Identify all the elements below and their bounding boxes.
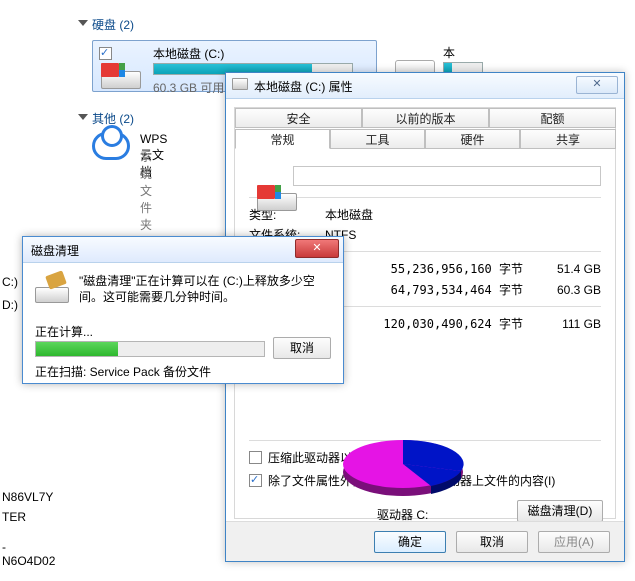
cancel-button[interactable]: 取消 xyxy=(273,337,331,359)
cleanup-icon xyxy=(35,277,69,303)
group-label: 硬盘 (2) xyxy=(92,18,134,32)
pie-chart xyxy=(333,432,473,502)
titlebar[interactable]: 磁盘清理 ✕ xyxy=(23,237,343,263)
cloud-icon xyxy=(92,132,130,160)
tab-general[interactable]: 常规 xyxy=(235,129,330,149)
capacity-size: 111 GB xyxy=(541,317,601,331)
tab-sharing[interactable]: 共享 xyxy=(520,129,616,149)
free-size: 60.3 GB xyxy=(541,283,601,297)
apply-button[interactable]: 应用(A) xyxy=(538,531,610,553)
type-value: 本地磁盘 xyxy=(325,206,373,223)
sidebar-text: N86VL7Y xyxy=(2,490,53,504)
tab-strip: 安全 以前的版本 配额 常规 工具 硬件 共享 xyxy=(235,108,615,150)
drive-icon xyxy=(232,78,248,90)
tab-previous-versions[interactable]: 以前的版本 xyxy=(362,108,489,128)
checkbox[interactable] xyxy=(249,451,262,464)
tab-hardware[interactable]: 硬件 xyxy=(425,129,520,149)
ok-button[interactable]: 确定 xyxy=(374,531,446,553)
group-label: 其他 (2) xyxy=(92,112,134,126)
hdd-icon xyxy=(101,63,141,89)
sidebar-text: -N6O4D02 xyxy=(2,540,55,568)
used-bytes: 55,236,956,160 字节 xyxy=(383,260,523,277)
close-button[interactable]: ✕ xyxy=(295,239,339,258)
progress-bar xyxy=(35,341,265,357)
titlebar[interactable]: 本地磁盘 (C:) 属性 ✕ xyxy=(226,73,624,99)
disk-cleanup-button[interactable]: 磁盘清理(D) xyxy=(517,500,603,522)
sidebar-text: TER xyxy=(2,510,26,524)
close-button[interactable]: ✕ xyxy=(576,76,618,94)
window-title: 本地磁盘 (C:) 属性 xyxy=(254,78,353,95)
collapse-icon xyxy=(78,20,88,26)
drive-checkbox[interactable] xyxy=(99,47,112,60)
calculating-label: 正在计算... xyxy=(35,323,93,340)
capacity-bytes: 120,030,490,624 字节 xyxy=(383,315,523,332)
checkbox[interactable] xyxy=(249,474,262,487)
used-size: 51.4 GB xyxy=(541,262,601,276)
tab-quota[interactable]: 配额 xyxy=(489,108,616,128)
tab-tools[interactable]: 工具 xyxy=(330,129,425,149)
sidebar-text: C:) xyxy=(2,275,18,289)
separator xyxy=(249,197,601,198)
drive-title: 本地磁盘 (C:) xyxy=(153,45,224,62)
tab-security[interactable]: 安全 xyxy=(235,108,362,128)
hdd-icon xyxy=(257,185,297,211)
collapse-icon xyxy=(78,114,88,120)
item-subtitle: 系统文件夹 xyxy=(140,148,152,233)
window-title: 磁盘清理 xyxy=(31,242,79,259)
dialog-footer: 确定 取消 应用(A) xyxy=(226,521,624,561)
cancel-button[interactable]: 取消 xyxy=(456,531,528,553)
scanning-label: 正在扫描: Service Pack 备份文件 xyxy=(35,363,211,380)
disk-cleanup-dialog: 磁盘清理 ✕ "磁盘清理"正在计算可以在 (C:)上释放多少空间。这可能需要几分… xyxy=(22,236,344,384)
group-header-drives[interactable]: 硬盘 (2) xyxy=(92,16,134,33)
volume-name-input[interactable] xyxy=(293,166,601,186)
free-bytes: 64,793,534,464 字节 xyxy=(383,281,523,298)
sidebar-text: D:) xyxy=(2,298,18,312)
cleanup-message: "磁盘清理"正在计算可以在 (C:)上释放多少空间。这可能需要几分钟时间。 xyxy=(79,273,331,305)
